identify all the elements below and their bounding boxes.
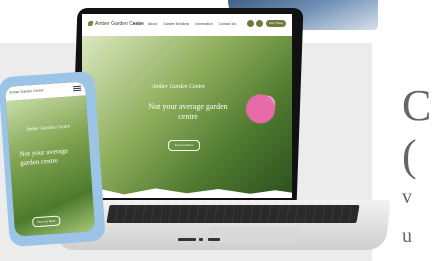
hamburger-menu-icon[interactable] (72, 85, 82, 94)
visit-today-button[interactable]: Visit Today (266, 20, 286, 27)
side-text-1: C (402, 81, 432, 130)
laptop-trackpad (206, 226, 300, 242)
social-icon[interactable] (247, 20, 254, 27)
leaf-icon (88, 21, 93, 27)
nav-link-information[interactable]: Information (195, 22, 213, 26)
laptop-screen: Amber Garden Centre Home About Garden Se… (82, 14, 292, 198)
side-text-3: v (402, 186, 412, 208)
phone-hero: Amber Garden Centre Not your average gar… (5, 95, 96, 237)
nav-link-garden-sections[interactable]: Garden Sections (163, 22, 189, 26)
nav-link-home[interactable]: Home (133, 22, 142, 26)
brush-stroke-divider (82, 188, 292, 198)
hero-subtitle: Amber Garden Centre (152, 84, 206, 90)
port-icon (199, 238, 203, 241)
side-text-2: ( (402, 131, 417, 180)
hero-title: Not your average garden centre (148, 102, 228, 121)
find-out-more-button[interactable]: Find out More (168, 140, 200, 151)
nav-link-contact[interactable]: Contact Us (219, 22, 236, 26)
mockup-stage: Amber Garden Centre Home About Garden Se… (0, 0, 433, 261)
laptop-keyboard (106, 205, 360, 223)
phone-hero-title: Not your average garden centre (19, 146, 69, 168)
social-icon[interactable] (256, 20, 263, 27)
site-navbar: Amber Garden Centre Home About Garden Se… (82, 14, 292, 36)
side-text-4: u (402, 225, 412, 247)
nav-link-about[interactable]: About (148, 22, 157, 26)
phone-find-out-more-button[interactable]: Find out More (32, 215, 61, 228)
port-icon (178, 238, 196, 241)
phone-screen: Amber Garden Centre Amber Garden Centre … (4, 81, 96, 237)
phone-hero-subtitle: Amber Garden Centre (25, 124, 71, 133)
port-icon (208, 238, 220, 241)
phone-brand[interactable]: Amber Garden Centre (9, 88, 44, 94)
nav-links: Home About Garden Sections Information C… (133, 22, 236, 26)
hero-section: Amber Garden Centre Not your average gar… (82, 36, 292, 198)
camera-notch (180, 8, 210, 14)
